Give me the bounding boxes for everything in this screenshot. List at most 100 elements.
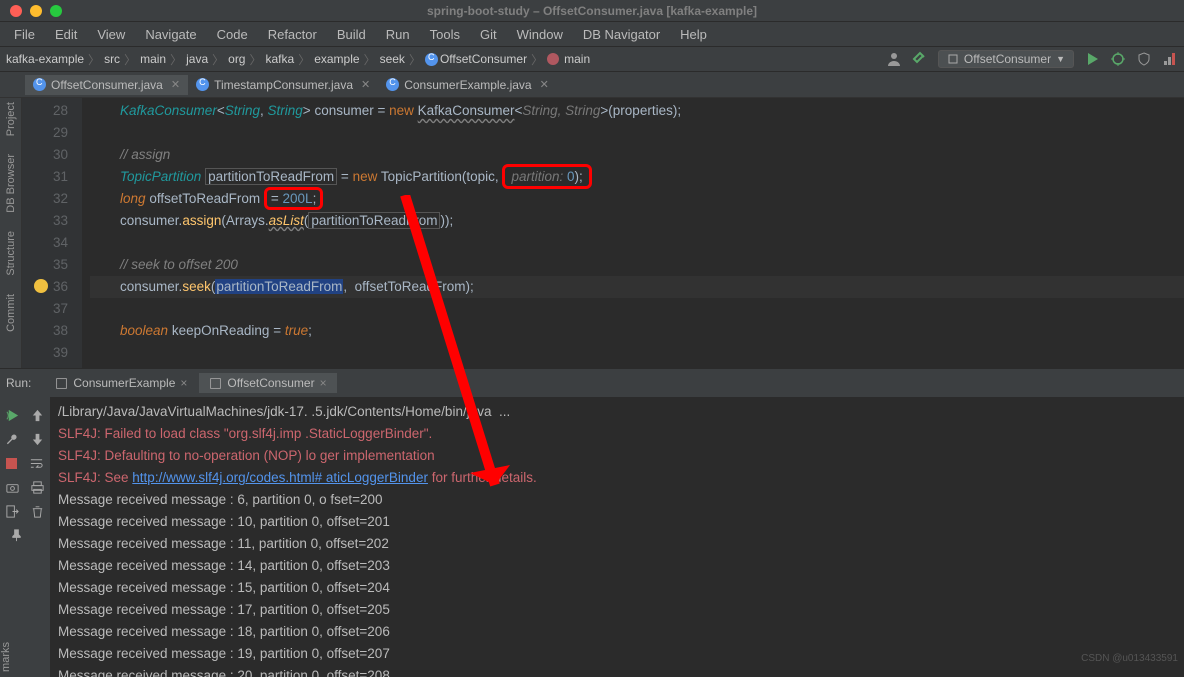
menu-refactor[interactable]: Refactor [260,25,325,44]
trash-icon[interactable] [30,504,45,519]
code-line[interactable] [90,122,1184,144]
tab-timestampconsumer-java[interactable]: TimestampConsumer.java✕ [188,75,378,95]
breadcrumb-sep: 〉 [531,51,543,68]
line-number[interactable]: 30 [22,144,68,166]
line-number[interactable]: 37 [22,298,68,320]
breadcrumb[interactable]: kafka-example〉src〉main〉java〉org〉kafka〉ex… [6,51,590,68]
tool-db-browser[interactable]: DB Browser [5,154,17,213]
debug-icon[interactable] [1110,51,1126,67]
line-number[interactable]: 31 [22,166,68,188]
profiler-icon[interactable] [1162,51,1178,67]
breadcrumb-item[interactable]: src [104,52,120,66]
down-icon[interactable] [30,432,45,447]
bookmarks-tool[interactable]: marks [0,642,12,672]
menu-navigate[interactable]: Navigate [137,25,204,44]
menu-window[interactable]: Window [509,25,571,44]
run-tab-label: ConsumerExample [73,376,175,390]
lightbulb-icon[interactable] [34,279,48,293]
exit-icon[interactable] [5,504,20,519]
line-number[interactable]: 28 [22,100,68,122]
run-icon[interactable] [1084,51,1100,67]
hammer-icon[interactable] [912,51,928,67]
stop-icon[interactable] [6,458,17,469]
code-line[interactable]: boolean keepOnReading = true; [90,320,1184,342]
code-line[interactable]: // assign [90,144,1184,166]
code-area[interactable]: KafkaConsumer<String, String> consumer =… [82,98,1184,368]
code-line[interactable]: TopicPartition partitionToReadFrom = new… [90,166,1184,188]
line-number[interactable]: 38 [22,320,68,342]
menu-db-navigator[interactable]: DB Navigator [575,25,668,44]
menu-view[interactable]: View [89,25,133,44]
tool-project[interactable]: Project [5,102,17,136]
run-tab-consumerexample[interactable]: ConsumerExample × [45,373,197,393]
coverage-icon[interactable] [1136,51,1152,67]
line-number[interactable]: 32 [22,188,68,210]
tool-commit[interactable]: Commit [5,294,17,332]
run-tab-offsetconsumer[interactable]: OffsetConsumer × [199,373,336,393]
menu-code[interactable]: Code [209,25,256,44]
tab-offsetconsumer-java[interactable]: OffsetConsumer.java✕ [25,75,188,95]
close-icon[interactable]: × [320,376,327,390]
run-config-selector[interactable]: OffsetConsumer ▼ [938,50,1074,68]
code-line[interactable] [90,298,1184,320]
code-line[interactable]: long offsetToReadFrom = 200L; [90,188,1184,210]
console-output[interactable]: /Library/Java/JavaVirtualMachines/jdk-17… [50,397,1184,677]
titlebar: spring-boot-study – OffsetConsumer.java … [0,0,1184,22]
print-icon[interactable] [30,480,45,495]
tool-structure[interactable]: Structure [5,231,17,276]
pin-icon[interactable] [9,528,24,543]
line-number[interactable]: 34 [22,232,68,254]
menu-edit[interactable]: Edit [47,25,85,44]
breadcrumb-item[interactable]: kafka [266,52,295,66]
close-icon[interactable]: × [180,376,187,390]
menu-file[interactable]: File [6,25,43,44]
close-icon[interactable]: ✕ [171,78,180,91]
rerun-icon[interactable] [5,408,20,423]
breadcrumb-item[interactable]: seek [380,52,405,66]
menu-tools[interactable]: Tools [422,25,468,44]
close-icon[interactable]: ✕ [361,78,370,91]
breadcrumb-item[interactable]: org [228,52,245,66]
code-line[interactable] [90,342,1184,364]
console-line: Message received message : 10, partition… [58,511,1176,533]
user-icon[interactable] [886,51,902,67]
console-link[interactable]: http://www.slf4j.org/codes.html# aticLog… [132,470,428,485]
breadcrumb-item[interactable]: example [314,52,359,66]
console-line: SLF4J: Failed to load class "org.slf4j.i… [58,423,1176,445]
up-icon[interactable] [30,408,45,423]
line-number[interactable]: 29 [22,122,68,144]
close-icon[interactable]: ✕ [540,78,549,91]
close-window-icon[interactable] [10,5,22,17]
tab-consumerexample-java[interactable]: ConsumerExample.java✕ [378,75,557,95]
code-line[interactable]: KafkaConsumer<String, String> consumer =… [90,100,1184,122]
run-tab-icon [55,377,68,390]
camera-icon[interactable] [5,480,20,495]
menu-build[interactable]: Build [329,25,374,44]
code-line[interactable]: // seek to offset 200 [90,254,1184,276]
minimize-window-icon[interactable] [30,5,42,17]
java-file-icon [33,78,46,91]
line-number[interactable]: 33 [22,210,68,232]
code-line[interactable]: consumer.seek(partitionToReadFrom, offse… [90,276,1184,298]
window-controls [0,5,62,17]
line-number[interactable]: 39 [22,342,68,364]
breadcrumb-item[interactable]: main [564,52,590,66]
code-line[interactable]: consumer.assign(Arrays.asList(partitionT… [90,210,1184,232]
code-editor[interactable]: 282930313233343536373839 KafkaConsumer<S… [22,98,1184,368]
line-number[interactable]: 35 [22,254,68,276]
wrench-icon[interactable] [5,432,20,447]
run-config-label: OffsetConsumer [964,52,1051,66]
code-line[interactable] [90,232,1184,254]
breadcrumb-item[interactable]: kafka-example [6,52,84,66]
maximize-window-icon[interactable] [50,5,62,17]
run-tool-rail [0,397,50,677]
breadcrumb-item[interactable]: java [186,52,208,66]
console-line: Message received message : 20, partition… [58,665,1176,677]
menu-help[interactable]: Help [672,25,715,44]
breadcrumb-item[interactable]: main [140,52,166,66]
breadcrumb-item[interactable]: OffsetConsumer [440,52,527,66]
menu-run[interactable]: Run [378,25,418,44]
run-tab-icon [209,377,222,390]
menu-git[interactable]: Git [472,25,505,44]
wrap-icon[interactable] [29,456,44,471]
